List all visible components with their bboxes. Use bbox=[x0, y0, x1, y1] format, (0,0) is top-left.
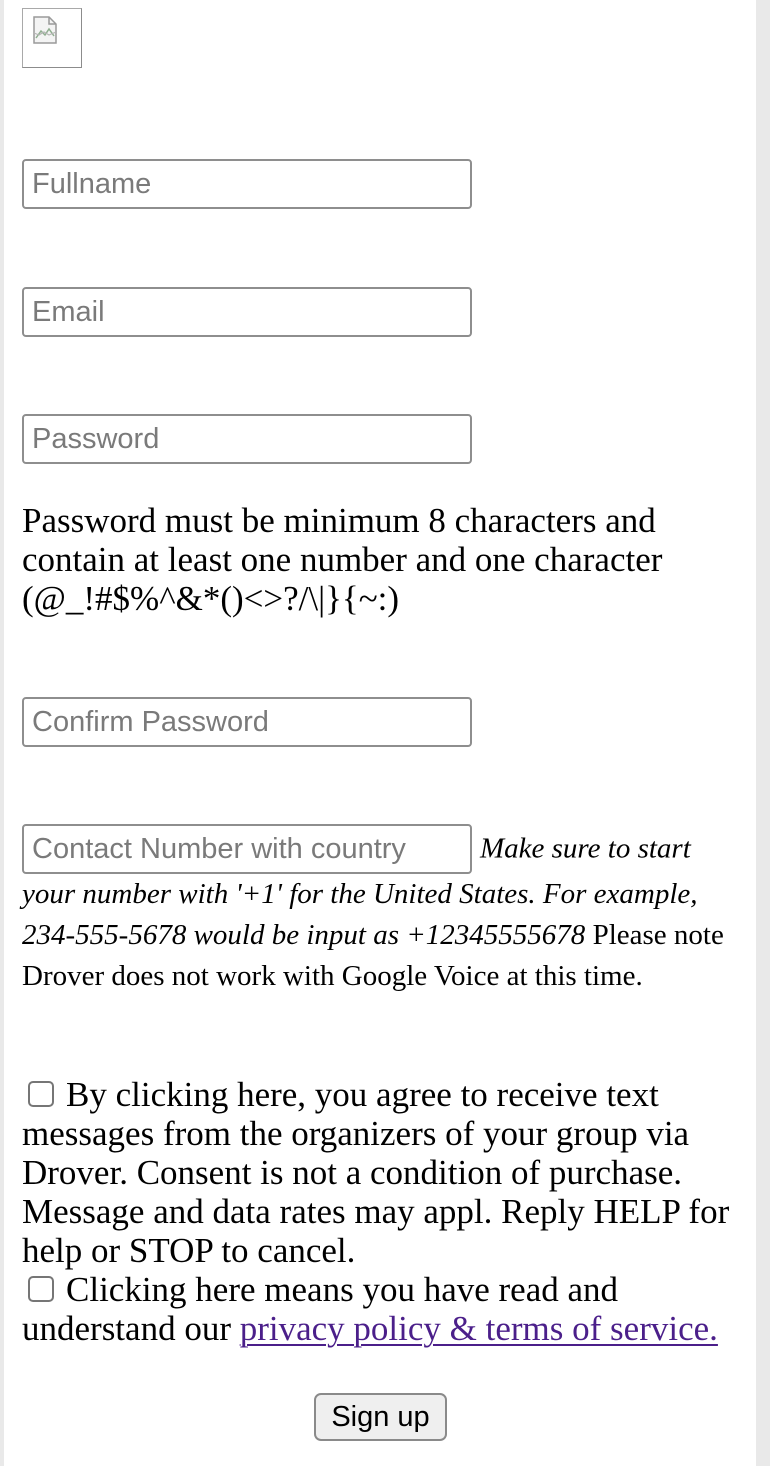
privacy-terms-link[interactable]: privacy policy & terms of service. bbox=[240, 1309, 718, 1348]
confirm-password-input[interactable] bbox=[22, 697, 472, 747]
password-requirements: Password must be minimum 8 characters an… bbox=[22, 501, 663, 618]
broken-image-icon bbox=[33, 16, 57, 44]
terms-checkbox[interactable] bbox=[28, 1276, 54, 1302]
signup-page: Password must be minimum 8 characters an… bbox=[4, 0, 756, 1466]
fullname-input[interactable] bbox=[22, 159, 472, 209]
signup-button[interactable]: Sign up bbox=[314, 1393, 447, 1441]
sms-consent: By clicking here, you agree to receive t… bbox=[22, 1075, 738, 1348]
contact-number-input[interactable] bbox=[22, 824, 472, 874]
phone-section: Make sure to start your number with '+1'… bbox=[22, 824, 738, 997]
password-input[interactable] bbox=[22, 414, 472, 464]
sms-consent-checkbox[interactable] bbox=[28, 1081, 54, 1107]
email-input[interactable] bbox=[22, 287, 472, 337]
logo-image bbox=[22, 8, 82, 68]
sms-consent-label: By clicking here, you agree to receive t… bbox=[22, 1075, 730, 1270]
